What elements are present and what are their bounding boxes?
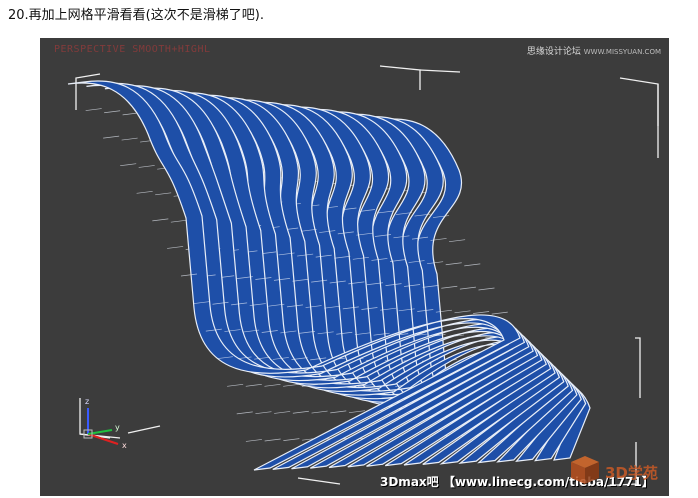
chair-mesh-render: z x y bbox=[67, 65, 659, 487]
mesh-grid-line bbox=[85, 108, 102, 111]
logo-text: 3D学苑 bbox=[605, 464, 658, 482]
mesh-grid-line bbox=[152, 218, 169, 222]
mesh-grid-line bbox=[283, 383, 300, 387]
mesh-grid-line bbox=[454, 310, 471, 314]
3d-logo-icon: 3D学苑 bbox=[571, 456, 658, 484]
mesh-grid-line bbox=[449, 239, 466, 243]
mesh-grid-line bbox=[104, 110, 121, 114]
mesh-grid-line bbox=[103, 135, 120, 139]
mesh-grid-line bbox=[255, 411, 272, 415]
mesh-strips bbox=[67, 80, 591, 471]
mesh-grid-line bbox=[136, 190, 153, 194]
mesh-grid-line bbox=[330, 410, 347, 414]
mesh-grid-line bbox=[274, 411, 291, 414]
mesh-grid-line bbox=[245, 439, 262, 442]
mesh-grid-line bbox=[311, 410, 328, 414]
mesh-grid-line bbox=[167, 246, 184, 249]
mesh-grid-line bbox=[121, 137, 138, 141]
mesh-grid-line bbox=[122, 112, 139, 116]
mesh-grid-line bbox=[283, 438, 300, 441]
mesh-grid-line bbox=[348, 410, 366, 414]
mesh-grid-line bbox=[478, 287, 495, 291]
axis-z-label: z bbox=[85, 397, 89, 406]
mesh-grid-line bbox=[464, 263, 481, 267]
mesh-grid-line bbox=[264, 438, 281, 442]
mesh-grid-line bbox=[170, 219, 187, 223]
caption-text: 20.再加上网格平滑看看(这次不是滑梯了吧). bbox=[8, 8, 264, 23]
axis-gizmo-icon: z x y bbox=[83, 397, 127, 450]
mesh-grid-line bbox=[227, 383, 244, 387]
mesh-grid-line bbox=[292, 410, 309, 414]
axis-x-label: x bbox=[122, 441, 127, 450]
mesh-grid-line bbox=[264, 383, 281, 387]
mesh-grid-line bbox=[445, 262, 462, 266]
axis-y-label: y bbox=[115, 423, 120, 432]
mesh-grid-line bbox=[138, 165, 155, 168]
3d-viewport[interactable]: PERSPECTIVE SMOOTH+HIGHL 思缘设计论坛 WWW.MISS… bbox=[40, 38, 669, 496]
mesh-grid-line bbox=[155, 192, 172, 196]
mesh-grid-line bbox=[236, 411, 253, 415]
mesh-grid-line bbox=[491, 311, 508, 315]
mesh-grid-line bbox=[245, 383, 262, 387]
mesh-grid-line bbox=[473, 311, 490, 314]
mesh-grid-line bbox=[441, 285, 458, 289]
mesh-grid-line bbox=[120, 163, 137, 167]
mesh-grid-line bbox=[459, 286, 476, 290]
